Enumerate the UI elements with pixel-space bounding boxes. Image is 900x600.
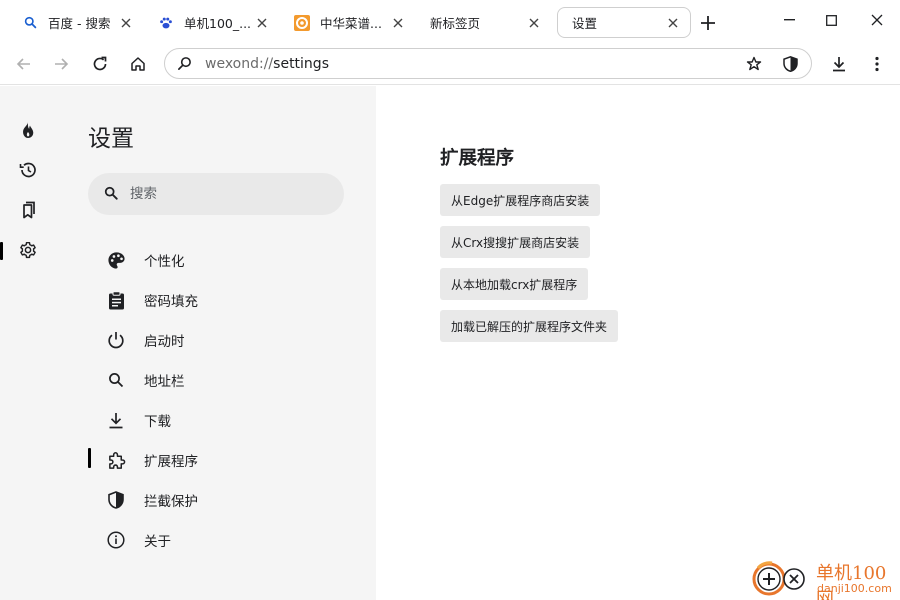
page-title: 设置 [88,126,134,152]
minimize-icon[interactable] [774,8,804,32]
nav-item-downloads[interactable]: 下载 [106,408,171,432]
watermark: 单机100网 danji100.com [750,556,900,600]
load-local-crx-button[interactable]: 从本地加载crx扩展程序 [440,268,589,300]
power-icon [106,330,126,350]
tab-danji100[interactable]: 单机100_... [144,7,279,38]
home-button[interactable] [125,51,151,77]
maximize-icon[interactable] [816,8,846,32]
search-icon [177,56,193,72]
tab-close-icon[interactable] [117,14,135,32]
palette-icon [106,250,126,270]
tab-newtab[interactable]: 新标签页 [416,7,551,38]
search-icon [22,15,38,31]
url-scheme: wexond:// [205,55,274,72]
star-icon[interactable] [743,53,765,75]
orange-logo-icon [294,14,310,31]
tab-close-icon[interactable] [664,14,682,32]
url-text[interactable]: wexond://settings [205,56,743,72]
arrow-left-icon [16,58,30,70]
tab-strip: 百度 - 搜索 单机100_... 中华菜谱... 新标签页 设置 [0,0,900,43]
reload-icon [93,56,107,71]
bookmarks-icon[interactable] [17,199,39,221]
watermark-domain: danji100.com [817,582,892,595]
tab-baidu[interactable]: 百度 - 搜索 [8,7,143,38]
nav-item-blocking-protection[interactable]: 拦截保护 [106,488,198,512]
gear-icon[interactable] [17,239,39,261]
clipboard-icon [106,290,126,310]
download-button[interactable] [826,51,852,77]
nav-item-address-bar[interactable]: 地址栏 [106,368,185,392]
nav-label: 密码填充 [144,294,198,310]
nav-label: 关于 [144,534,171,550]
nav-label: 拦截保护 [144,494,198,510]
tab-close-icon[interactable] [253,14,271,32]
back-button[interactable] [11,51,37,77]
info-icon [106,530,126,550]
nav-label: 扩展程序 [144,454,198,470]
search-icon [104,186,120,202]
search-icon [106,370,126,390]
arrow-right-icon [55,58,69,70]
address-bar[interactable]: wexond://settings [164,48,812,79]
nav-label: 个性化 [144,254,185,270]
nav-label: 下载 [144,414,171,430]
search-input[interactable] [130,186,330,202]
more-vert-icon [875,56,879,72]
nav-item-password-autofill[interactable]: 密码填充 [106,288,198,312]
tab-settings[interactable]: 设置 [557,7,691,38]
reload-button[interactable] [87,51,113,77]
paw-icon [158,15,174,31]
nav-label: 启动时 [144,334,185,350]
puzzle-icon [106,450,126,470]
settings-content: 扩展程序 从Edge扩展程序商店安装 从Crx搜搜扩展商店安装 从本地加载crx… [376,86,900,600]
settings-search[interactable] [88,173,344,215]
shield-icon[interactable] [779,53,801,75]
watermark-logo-icon [752,561,805,596]
tab-title: 单机100_... [184,16,252,31]
toolbar: wexond://settings [0,43,900,85]
section-title: 扩展程序 [440,148,515,169]
left-rail [0,86,56,600]
load-unpacked-extension-button[interactable]: 加载已解压的扩展程序文件夹 [440,310,619,342]
flame-icon[interactable] [17,119,39,141]
tab-close-icon[interactable] [389,14,407,32]
history-icon[interactable] [17,159,39,181]
menu-button[interactable] [864,51,890,77]
rail-active-indicator [0,242,3,260]
settings-sidebar: 设置 个性化 密码填充 启动时 地址栏 下载 [56,86,376,600]
download-icon [833,57,845,72]
tab-title: 新标签页 [430,16,481,31]
shield-icon [106,490,126,510]
download-icon [106,410,126,430]
tab-close-icon[interactable] [525,14,543,32]
nav-item-extensions[interactable]: 扩展程序 [106,448,198,472]
tab-title: 设置 [572,16,598,31]
nav-item-about[interactable]: 关于 [106,528,171,552]
url-path: settings [273,55,329,72]
install-from-edge-store-button[interactable]: 从Edge扩展程序商店安装 [440,184,601,216]
nav-active-indicator [88,448,91,468]
home-icon [131,57,145,71]
tab-title: 百度 - 搜索 [48,16,111,31]
new-tab-button[interactable] [697,12,719,34]
nav-item-on-startup[interactable]: 启动时 [106,328,185,352]
close-icon[interactable] [862,8,892,32]
forward-button[interactable] [48,51,74,77]
nav-label: 地址栏 [144,374,185,390]
nav-item-personalization[interactable]: 个性化 [106,248,185,272]
tab-recipes[interactable]: 中华菜谱... [280,7,415,38]
tab-title: 中华菜谱... [320,16,382,31]
install-from-crx-store-button[interactable]: 从Crx搜搜扩展商店安装 [440,226,591,258]
